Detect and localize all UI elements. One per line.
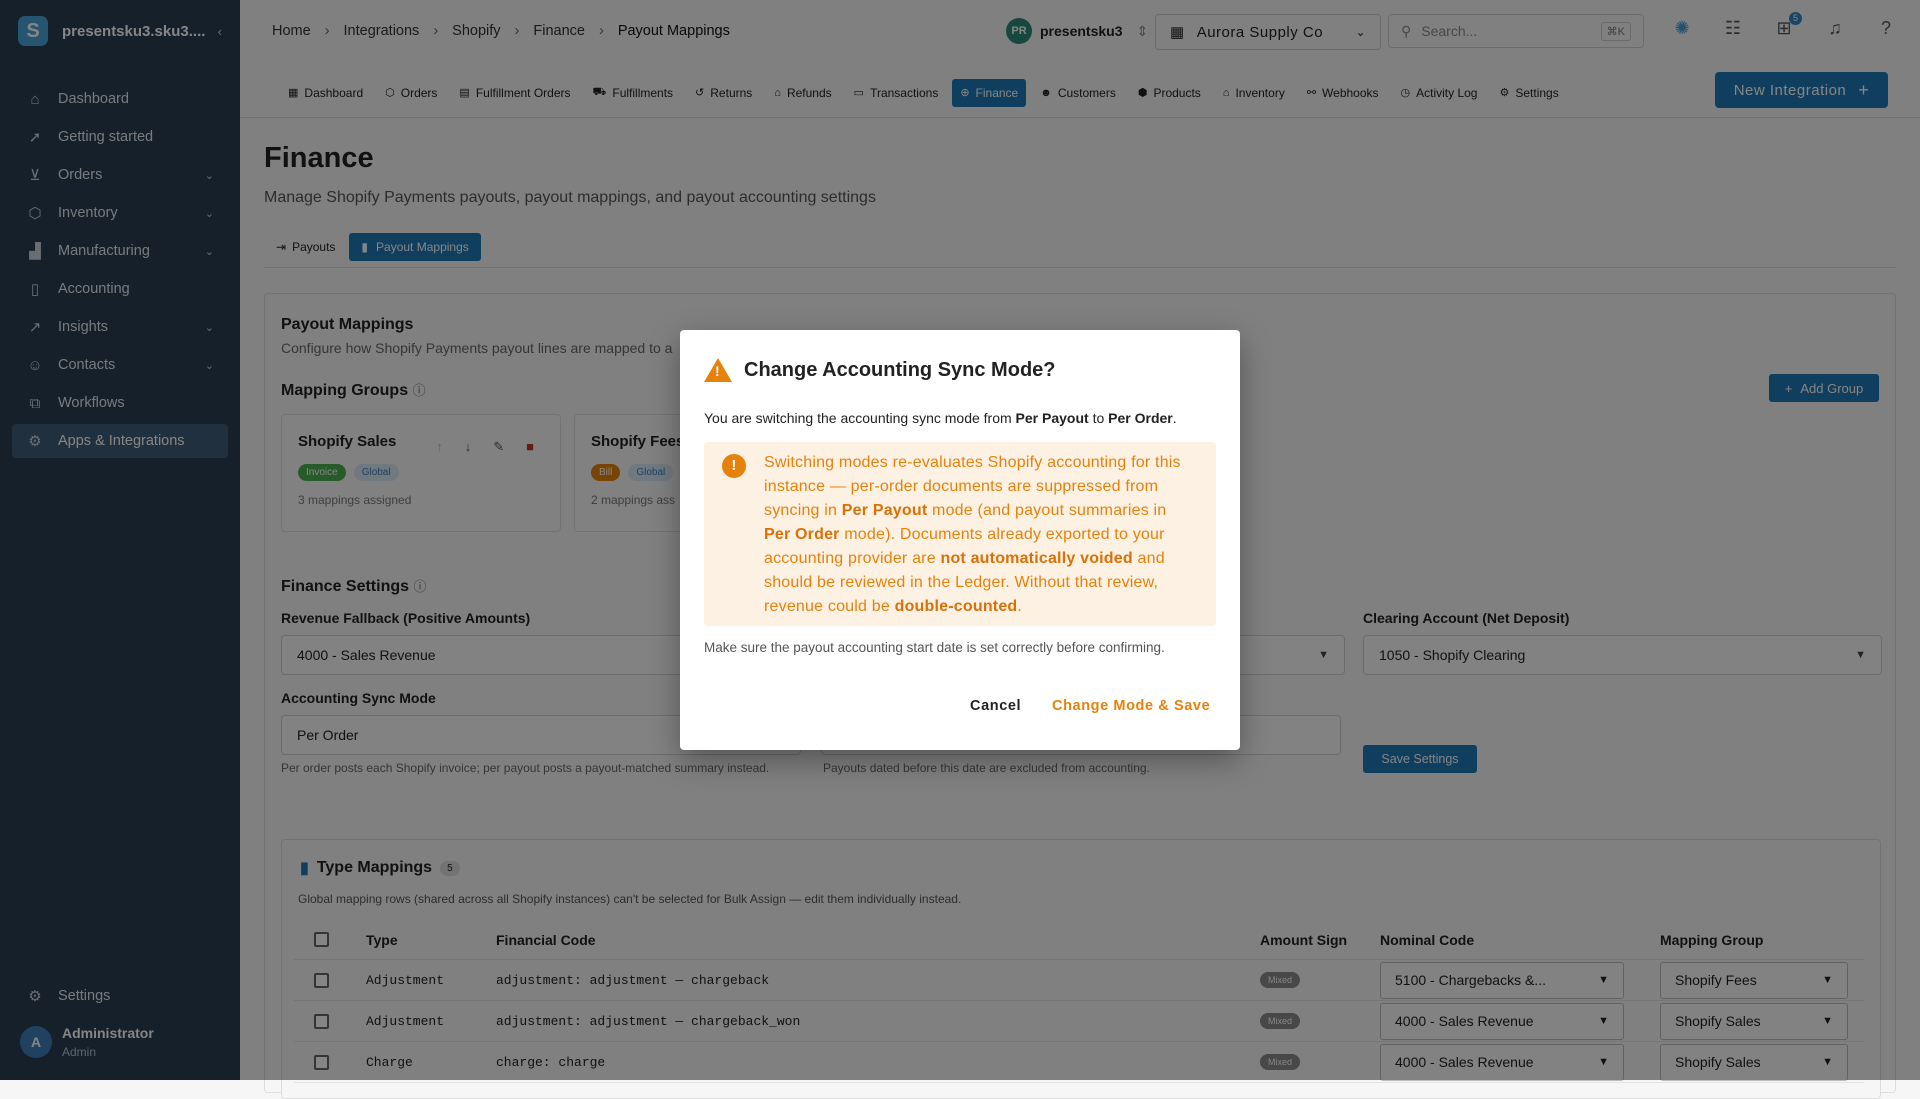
intro-text: . (1172, 410, 1177, 426)
change-mode-save-button[interactable]: Change Mode & Save (1052, 698, 1210, 714)
cancel-button[interactable]: Cancel (970, 698, 1021, 714)
warning-icon: ! (704, 358, 732, 382)
dialog-footnote: Make sure the payout accounting start da… (704, 640, 1165, 655)
alert-emphasis: not automatically voided (940, 550, 1133, 567)
intro-text: You are switching the accounting sync mo… (704, 410, 1016, 426)
warning-alert: ! Switching modes re-evaluates Shopify a… (704, 442, 1216, 626)
alert-icon: ! (722, 454, 746, 478)
from-mode: Per Payout (1015, 410, 1089, 426)
dialog-intro: You are switching the accounting sync mo… (704, 410, 1177, 426)
to-mode: Per Order (1108, 410, 1173, 426)
alert-text: mode (and payout summaries in (927, 502, 1167, 519)
alert-text: . (1017, 598, 1023, 615)
alert-emphasis: double-counted (894, 598, 1018, 615)
dialog-title-text: Change Accounting Sync Mode? (744, 358, 1056, 381)
change-sync-mode-dialog: ! Change Accounting Sync Mode? You are s… (680, 330, 1240, 750)
intro-text: to (1088, 410, 1109, 426)
alert-emphasis: Per Payout (841, 502, 928, 519)
alert-emphasis: Per Order (764, 526, 840, 543)
dialog-title: ! Change Accounting Sync Mode? (704, 358, 1056, 382)
